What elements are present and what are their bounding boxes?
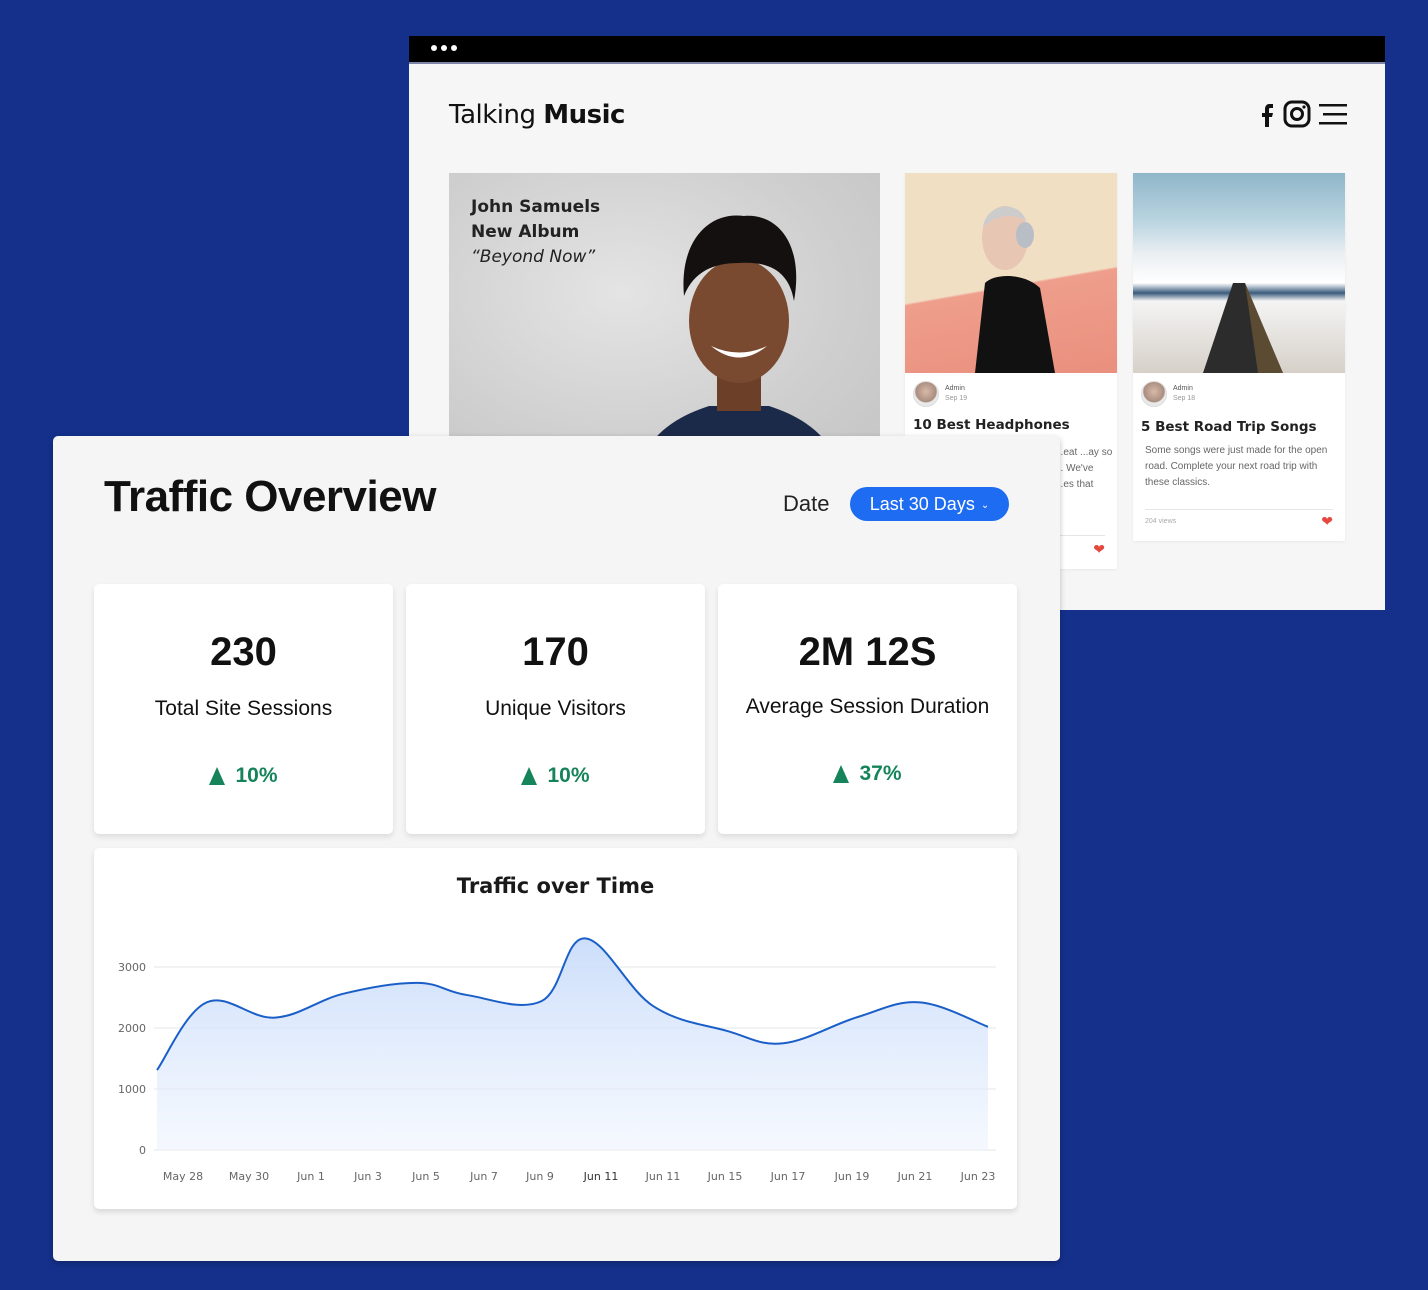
x-tick-label: Jun 1 (296, 1170, 325, 1183)
x-tick-label: Jun 21 (897, 1170, 933, 1183)
post-date: Sep 18 (1173, 395, 1196, 402)
hero-subtitle: New Album (471, 222, 580, 242)
y-tick-label: 2000 (118, 1022, 146, 1035)
stat-label: Average Session Duration (745, 695, 990, 718)
heart-icon[interactable]: ❤ (1093, 541, 1105, 558)
x-tick-label: May 28 (163, 1170, 203, 1183)
stat-card-visitors: 170 Unique Visitors 10% (406, 584, 705, 834)
stat-label: Unique Visitors (485, 697, 626, 720)
instagram-icon[interactable] (1283, 100, 1311, 128)
post-image-road (1133, 173, 1345, 373)
arrow-up-icon (521, 767, 538, 785)
chart-area-fill (157, 938, 988, 1150)
hero-artist: John Samuels (471, 197, 601, 217)
stat-value: 170 (522, 630, 589, 674)
x-tick-label: Jun 7 (469, 1170, 498, 1183)
x-tick-label: Jun 9 (525, 1170, 554, 1183)
browser-title-bar (409, 36, 1385, 64)
stat-change: 37% (718, 762, 1017, 786)
x-tick-label: May 30 (229, 1170, 269, 1183)
post-excerpt: Some songs were just made for the open r… (1145, 445, 1328, 488)
traffic-area-chart[interactable]: 0 1000 2000 3000 May 28 May 30 Jun 1 Jun 3 Jun … (94, 848, 1017, 1209)
page-title: Traffic Overview (104, 472, 436, 521)
post-date: Sep 19 (945, 395, 968, 402)
author-avatar[interactable] (913, 381, 939, 407)
x-tick-label: Jun 11 (583, 1170, 619, 1183)
logo-regular-text: Talking (449, 100, 544, 130)
x-tick-label: Jun 15 (707, 1170, 743, 1183)
artist-photo (639, 215, 839, 473)
x-tick-label: Jun 3 (353, 1170, 382, 1183)
stat-card-sessions: 230 Total Site Sessions 10% (94, 584, 393, 834)
traffic-chart-card: 0 1000 2000 3000 May 28 May 30 Jun 1 Jun 3 Jun … (94, 848, 1017, 1209)
stat-change: 10% (406, 764, 705, 788)
site-logo[interactable]: Talking Music (449, 100, 625, 130)
x-tick-label: Jun 5 (411, 1170, 440, 1183)
stat-change-value: 10% (235, 764, 278, 787)
x-tick-label: Jun 23 (960, 1170, 996, 1183)
chart-title: Traffic over Time (456, 874, 655, 898)
stat-value: 2M 12S (798, 630, 937, 674)
stat-card-duration: 2M 12S Average Session Duration 37% (718, 584, 1017, 834)
post-author[interactable]: Admin (1173, 384, 1195, 394)
y-tick-label: 1000 (118, 1083, 146, 1096)
post-title[interactable]: 5 Best Road Trip Songs (1141, 419, 1317, 435)
stat-label: Total Site Sessions (154, 697, 333, 720)
stat-change: 10% (94, 764, 393, 788)
post-title[interactable]: 10 Best Headphones (913, 417, 1070, 433)
hero-album-title: “Beyond Now” (471, 247, 596, 267)
date-range-value: Last 30 Days (869, 493, 975, 514)
heart-icon[interactable]: ❤ (1321, 513, 1333, 530)
arrow-up-icon (209, 767, 226, 785)
blog-post-card[interactable]: Admin Sep 18 5 Best Road Trip Songs Some… (1133, 173, 1345, 541)
stat-change-value: 10% (547, 764, 590, 787)
stat-value: 230 (210, 630, 277, 674)
x-tick-label: Jun 19 (834, 1170, 870, 1183)
date-label: Date (783, 491, 830, 516)
post-views: 204 views (1145, 518, 1177, 525)
post-divider (1145, 509, 1333, 510)
y-tick-label: 3000 (118, 961, 146, 974)
x-tick-label: Jun 17 (770, 1170, 806, 1183)
hero-text: John Samuels New Album “Beyond Now” (471, 195, 600, 270)
window-dots-icon[interactable] (431, 45, 457, 51)
hero-feature[interactable]: John Samuels New Album “Beyond Now” (449, 173, 880, 473)
post-excerpt: ...eat ...ay so ... We've ...es that (1055, 447, 1113, 490)
traffic-overview-panel: Traffic Overview Date Last 30 Days ⌄ 230… (53, 436, 1060, 1261)
post-image-headphones (905, 173, 1117, 373)
stat-change-value: 37% (859, 762, 902, 785)
menu-icon[interactable] (1319, 102, 1347, 126)
x-tick-label: Jun 11 (645, 1170, 681, 1183)
social-icons (1259, 100, 1347, 128)
post-meta: Admin Sep 18 (1141, 381, 1195, 407)
date-range-select[interactable]: Last 30 Days ⌄ (850, 487, 1009, 521)
chevron-down-icon: ⌄ (980, 499, 990, 511)
author-avatar[interactable] (1141, 381, 1167, 407)
facebook-icon[interactable] (1259, 100, 1275, 128)
post-author[interactable]: Admin (945, 384, 967, 394)
site-header: Talking Music (449, 100, 1347, 140)
post-meta: Admin Sep 19 (913, 381, 967, 407)
y-tick-label: 0 (139, 1144, 146, 1157)
logo-bold-text: Music (543, 100, 625, 130)
arrow-up-icon (833, 765, 850, 783)
